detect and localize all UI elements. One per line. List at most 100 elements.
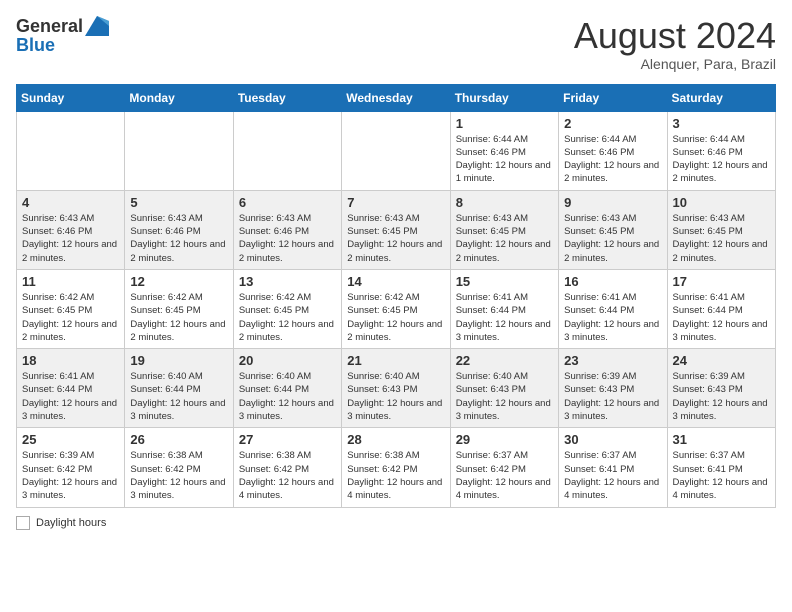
day-number: 2	[564, 116, 661, 131]
day-number: 13	[239, 274, 336, 289]
table-row	[125, 111, 233, 190]
day-info: Sunrise: 6:43 AMSunset: 6:46 PMDaylight:…	[130, 212, 227, 265]
day-info: Sunrise: 6:42 AMSunset: 6:45 PMDaylight:…	[130, 291, 227, 344]
table-row: 14Sunrise: 6:42 AMSunset: 6:45 PMDayligh…	[342, 269, 450, 348]
legend: Daylight hours	[16, 516, 776, 530]
day-number: 9	[564, 195, 661, 210]
day-number: 10	[673, 195, 770, 210]
day-number: 20	[239, 353, 336, 368]
calendar-day-header: Tuesday	[233, 84, 341, 111]
day-number: 7	[347, 195, 444, 210]
table-row	[17, 111, 125, 190]
day-info: Sunrise: 6:44 AMSunset: 6:46 PMDaylight:…	[564, 133, 661, 186]
table-row: 7Sunrise: 6:43 AMSunset: 6:45 PMDaylight…	[342, 190, 450, 269]
day-number: 29	[456, 432, 553, 447]
table-row: 22 Sunrise: 6:40 AMSunset: 6:43 PMDayligh…	[450, 349, 558, 428]
table-row: 10 Sunrise: 6:43 AMSunset: 6:45 PMDayligh…	[667, 190, 775, 269]
table-row: 8 Sunrise: 6:43 AMSunset: 6:45 PMDaylight…	[450, 190, 558, 269]
calendar-day-header: Wednesday	[342, 84, 450, 111]
logo-blue: Blue	[16, 35, 55, 55]
table-row: 2 Sunrise: 6:44 AMSunset: 6:46 PMDaylight…	[559, 111, 667, 190]
table-row: 19 Sunrise: 6:40 AMSunset: 6:44 PMDayligh…	[125, 349, 233, 428]
day-number: 8	[456, 195, 553, 210]
day-info: Sunrise: 6:42 AMSunset: 6:45 PMDaylight:…	[239, 291, 336, 344]
calendar-day-header: Saturday	[667, 84, 775, 111]
day-info: Sunrise: 6:39 AMSunset: 6:43 PMDaylight:…	[564, 370, 661, 423]
day-info: Sunrise: 6:40 AMSunset: 6:43 PMDaylight:…	[347, 370, 444, 423]
day-info: Sunrise: 6:40 AMSunset: 6:44 PMDaylight:…	[239, 370, 336, 423]
day-number: 12	[130, 274, 227, 289]
table-row: 4 Sunrise: 6:43 AMSunset: 6:46 PMDaylight…	[17, 190, 125, 269]
day-number: 28	[347, 432, 444, 447]
table-row: 12 Sunrise: 6:42 AMSunset: 6:45 PMDayligh…	[125, 269, 233, 348]
day-info: Sunrise: 6:41 AMSunset: 6:44 PMDaylight:…	[673, 291, 770, 344]
day-number: 18	[22, 353, 119, 368]
day-info: Sunrise: 6:41 AMSunset: 6:44 PMDaylight:…	[22, 370, 119, 423]
day-info: Sunrise: 6:39 AMSunset: 6:43 PMDaylight:…	[673, 370, 770, 423]
legend-label: Daylight hours	[36, 517, 106, 529]
table-row: 18 Sunrise: 6:41 AMSunset: 6:44 PMDayligh…	[17, 349, 125, 428]
calendar-day-header: Friday	[559, 84, 667, 111]
day-number: 15	[456, 274, 553, 289]
table-row: 26Sunrise: 6:38 AMSunset: 6:42 PMDayligh…	[125, 428, 233, 507]
table-row: 25Sunrise: 6:39 AMSunset: 6:42 PMDayligh…	[17, 428, 125, 507]
table-row	[342, 111, 450, 190]
table-row: 17 Sunrise: 6:41 AMSunset: 6:44 PMDayligh…	[667, 269, 775, 348]
table-row: 23 Sunrise: 6:39 AMSunset: 6:43 PMDayligh…	[559, 349, 667, 428]
table-row: 16Sunrise: 6:41 AMSunset: 6:44 PMDayligh…	[559, 269, 667, 348]
day-number: 21	[347, 353, 444, 368]
day-number: 23	[564, 353, 661, 368]
day-info: Sunrise: 6:44 AMSunset: 6:46 PMDaylight:…	[673, 133, 770, 186]
table-row: 21 Sunrise: 6:40 AMSunset: 6:43 PMDayligh…	[342, 349, 450, 428]
table-row: 30Sunrise: 6:37 AMSunset: 6:41 PMDayligh…	[559, 428, 667, 507]
day-info: Sunrise: 6:40 AMSunset: 6:44 PMDaylight:…	[130, 370, 227, 423]
day-number: 31	[673, 432, 770, 447]
day-info: Sunrise: 6:37 AMSunset: 6:41 PMDaylight:…	[673, 449, 770, 502]
calendar-header-row: SundayMondayTuesdayWednesdayThursdayFrid…	[17, 84, 776, 111]
table-row: 9 Sunrise: 6:43 AMSunset: 6:45 PMDaylight…	[559, 190, 667, 269]
calendar-week-row: 1Sunrise: 6:44 AMSunset: 6:46 PMDaylight…	[17, 111, 776, 190]
day-number: 3	[673, 116, 770, 131]
calendar-day-header: Thursday	[450, 84, 558, 111]
day-number: 27	[239, 432, 336, 447]
day-number: 16	[564, 274, 661, 289]
day-info: Sunrise: 6:43 AMSunset: 6:45 PMDaylight:…	[564, 212, 661, 265]
table-row: 11 Sunrise: 6:42 AMSunset: 6:45 PMDayligh…	[17, 269, 125, 348]
table-row: 5Sunrise: 6:43 AMSunset: 6:46 PMDaylight…	[125, 190, 233, 269]
calendar-week-row: 18 Sunrise: 6:41 AMSunset: 6:44 PMDayligh…	[17, 349, 776, 428]
day-info: Sunrise: 6:38 AMSunset: 6:42 PMDaylight:…	[347, 449, 444, 502]
day-info: Sunrise: 6:43 AMSunset: 6:45 PMDaylight:…	[456, 212, 553, 265]
day-number: 30	[564, 432, 661, 447]
title-section: August 2024 Alenquer, Para, Brazil	[574, 16, 776, 72]
day-info: Sunrise: 6:37 AMSunset: 6:42 PMDaylight:…	[456, 449, 553, 502]
table-row: 24 Sunrise: 6:39 AMSunset: 6:43 PMDayligh…	[667, 349, 775, 428]
calendar-week-row: 25Sunrise: 6:39 AMSunset: 6:42 PMDayligh…	[17, 428, 776, 507]
day-number: 19	[130, 353, 227, 368]
calendar-week-row: 11 Sunrise: 6:42 AMSunset: 6:45 PMDayligh…	[17, 269, 776, 348]
table-row: 13 Sunrise: 6:42 AMSunset: 6:45 PMDayligh…	[233, 269, 341, 348]
calendar-table: SundayMondayTuesdayWednesdayThursdayFrid…	[16, 84, 776, 508]
day-number: 4	[22, 195, 119, 210]
table-row: 27 Sunrise: 6:38 AMSunset: 6:42 PMDayligh…	[233, 428, 341, 507]
day-number: 24	[673, 353, 770, 368]
day-info: Sunrise: 6:40 AMSunset: 6:43 PMDaylight:…	[456, 370, 553, 423]
table-row: 3 Sunrise: 6:44 AMSunset: 6:46 PMDaylight…	[667, 111, 775, 190]
day-info: Sunrise: 6:42 AMSunset: 6:45 PMDaylight:…	[347, 291, 444, 344]
day-info: Sunrise: 6:38 AMSunset: 6:42 PMDaylight:…	[239, 449, 336, 502]
day-info: Sunrise: 6:38 AMSunset: 6:42 PMDaylight:…	[130, 449, 227, 502]
day-number: 17	[673, 274, 770, 289]
table-row: 20 Sunrise: 6:40 AMSunset: 6:44 PMDayligh…	[233, 349, 341, 428]
calendar-day-header: Monday	[125, 84, 233, 111]
day-number: 11	[22, 274, 119, 289]
calendar-day-header: Sunday	[17, 84, 125, 111]
day-info: Sunrise: 6:41 AMSunset: 6:44 PMDaylight:…	[456, 291, 553, 344]
legend-box	[16, 516, 30, 530]
table-row: 6Sunrise: 6:43 AMSunset: 6:46 PMDaylight…	[233, 190, 341, 269]
day-number: 6	[239, 195, 336, 210]
page-header: General Blue August 2024 Alenquer, Para,…	[16, 16, 776, 72]
month-year-title: August 2024	[574, 16, 776, 56]
day-info: Sunrise: 6:42 AMSunset: 6:45 PMDaylight:…	[22, 291, 119, 344]
day-info: Sunrise: 6:43 AMSunset: 6:45 PMDaylight:…	[673, 212, 770, 265]
day-number: 22	[456, 353, 553, 368]
day-info: Sunrise: 6:43 AMSunset: 6:46 PMDaylight:…	[22, 212, 119, 265]
